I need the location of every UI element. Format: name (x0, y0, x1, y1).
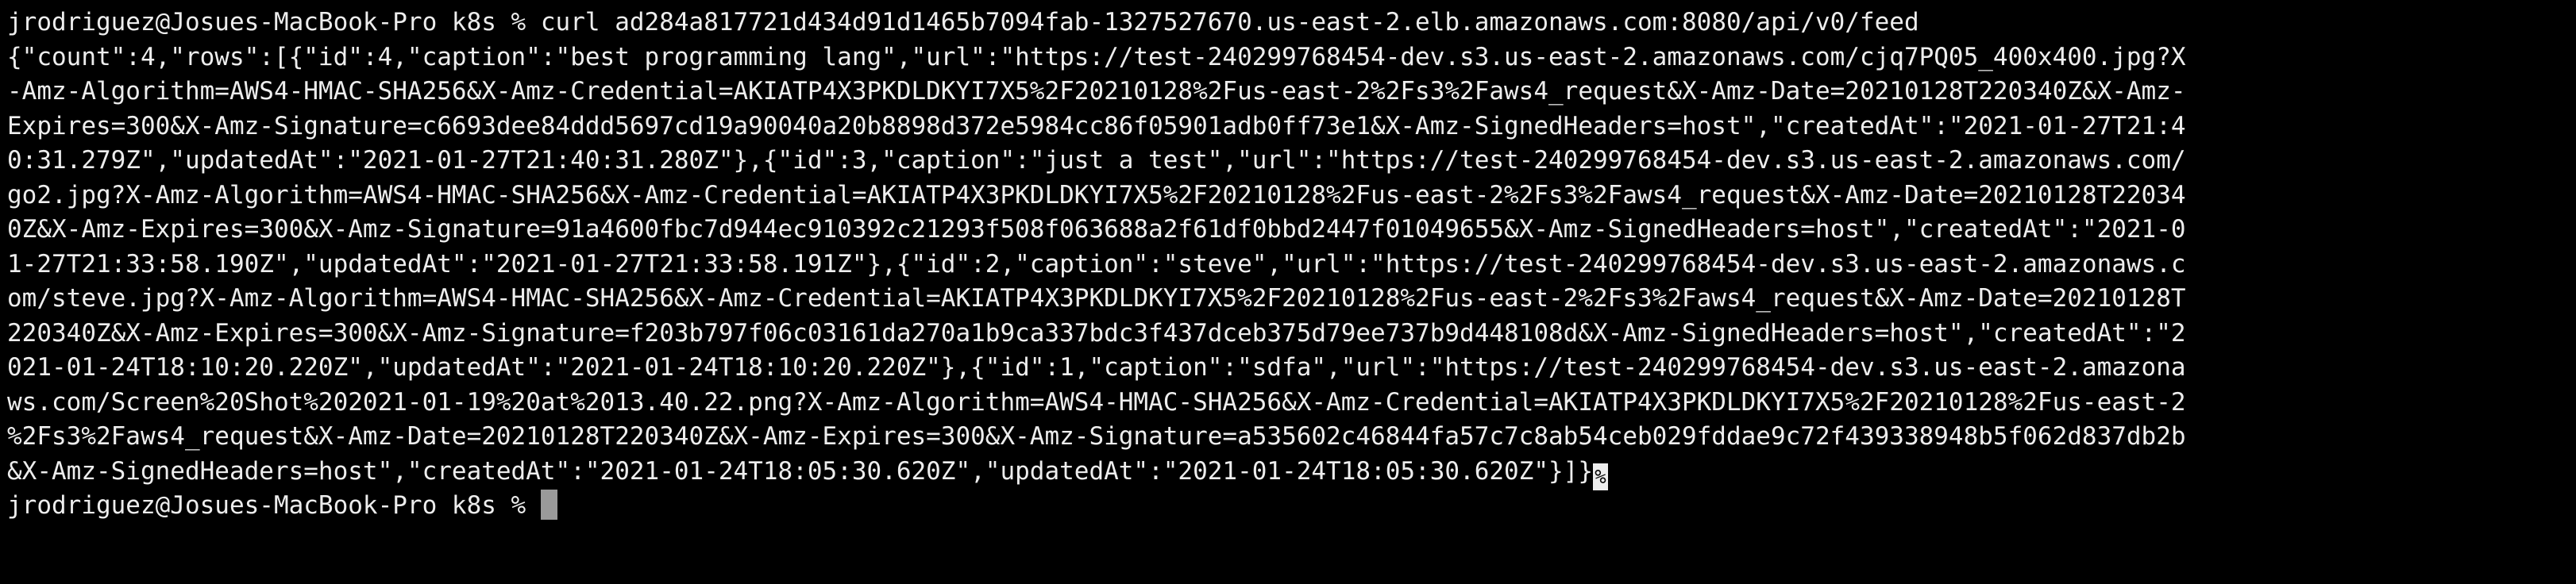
output-line-8: om/steve.jpg?X-Amz-Algorithm=AWS4-HMAC-S… (7, 284, 2186, 313)
terminal-window[interactable]: jrodriguez@Josues-MacBook-Pro k8s % curl… (0, 0, 2576, 584)
output-line-5: go2.jpg?X-Amz-Algorithm=AWS4-HMAC-SHA256… (7, 180, 2186, 209)
output-line-11: ws.com/Screen%20Shot%202021-01-19%20at%2… (7, 387, 2186, 417)
output-line-4: 0:31.279Z","updatedAt":"2021-01-27T21:40… (7, 146, 2186, 175)
output-line-10: 021-01-24T18:10:20.220Z","updatedAt":"20… (7, 353, 2186, 382)
command-text: curl ad284a817721d434d91d1465b7094fab-13… (540, 8, 1919, 36)
output-line-7: 1-27T21:33:58.190Z","updatedAt":"2021-01… (7, 249, 2186, 279)
output-line-3: Expires=300&X-Amz-Signature=c6693dee84dd… (7, 111, 2186, 140)
output-line-1: {"count":4,"rows":[{"id":4,"caption":"be… (7, 42, 2186, 71)
shell-prompt-active: jrodriguez@Josues-MacBook-Pro k8s % (7, 491, 541, 520)
active-prompt-line[interactable]: jrodriguez@Josues-MacBook-Pro k8s % (7, 489, 2576, 524)
text-cursor[interactable] (540, 490, 557, 520)
output-line-12: %2Fs3%2Faws4_request&X-Amz-Date=20210128… (7, 422, 2186, 451)
no-newline-marker: % (1593, 463, 1609, 490)
shell-prompt: jrodriguez@Josues-MacBook-Pro k8s % (7, 8, 541, 36)
output-line-13: &X-Amz-SignedHeaders=host","createdAt":"… (7, 456, 1594, 486)
output-line-6: 0Z&X-Amz-Expires=300&X-Amz-Signature=91a… (7, 215, 2186, 244)
output-line-13-with-marker: &X-Amz-SignedHeaders=host","createdAt":"… (7, 455, 2576, 490)
output-line-2: -Amz-Algorithm=AWS4-HMAC-SHA256&X-Amz-Cr… (7, 77, 2186, 106)
command-line: jrodriguez@Josues-MacBook-Pro k8s % curl… (7, 6, 2576, 40)
output-line-9: 220340Z&X-Amz-Expires=300&X-Amz-Signatur… (7, 318, 2186, 348)
